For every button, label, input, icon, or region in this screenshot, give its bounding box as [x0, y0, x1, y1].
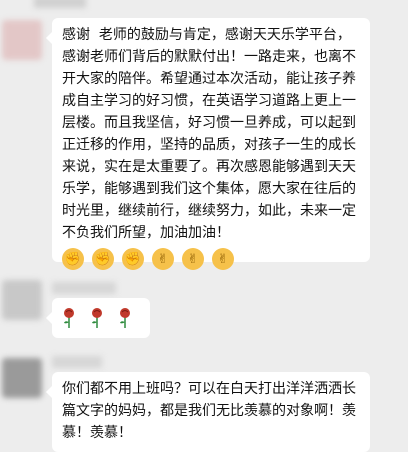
avatar[interactable]: [2, 358, 42, 398]
fist-icon: ✊: [122, 248, 144, 270]
message-text: 你们都不用上班吗？可以在白天打出洋洋洒洒长篇文字的妈妈，都是我们无比羡慕的对象啊…: [62, 381, 356, 441]
message-bubble[interactable]: 感谢 老师的鼓励与肯定，感谢天天乐学平台，感谢老师们背后的默默付出！一路走来，也…: [46, 18, 370, 270]
victory-hand-icon: ✌: [212, 248, 234, 270]
sender-name: [52, 356, 102, 368]
fist-icon: ✊: [92, 248, 114, 270]
message-bubble[interactable]: 你们都不用上班吗？可以在白天打出洋洋洒洒长篇文字的妈妈，都是我们无比羡慕的对象啊…: [46, 372, 370, 452]
rose-icon: [64, 308, 74, 328]
victory-hand-icon: ✌: [182, 248, 204, 270]
victory-hand-icon: ✌: [152, 248, 174, 270]
fist-icon: ✊: [62, 248, 84, 270]
message-bubble[interactable]: [46, 298, 150, 338]
sender-name: [34, 0, 86, 8]
rose-icon: [92, 308, 102, 328]
avatar[interactable]: [2, 280, 42, 320]
message-text: 感谢 老师的鼓励与肯定，感谢天天乐学平台，感谢老师们背后的默默付出！一路走来，也…: [62, 27, 356, 241]
avatar[interactable]: [2, 20, 42, 60]
sender-name: [52, 282, 116, 294]
emoji-row: ✊ ✊ ✊ ✌ ✌ ✌: [62, 248, 360, 270]
rose-icon: [120, 308, 130, 328]
emoji-row: [62, 307, 140, 329]
